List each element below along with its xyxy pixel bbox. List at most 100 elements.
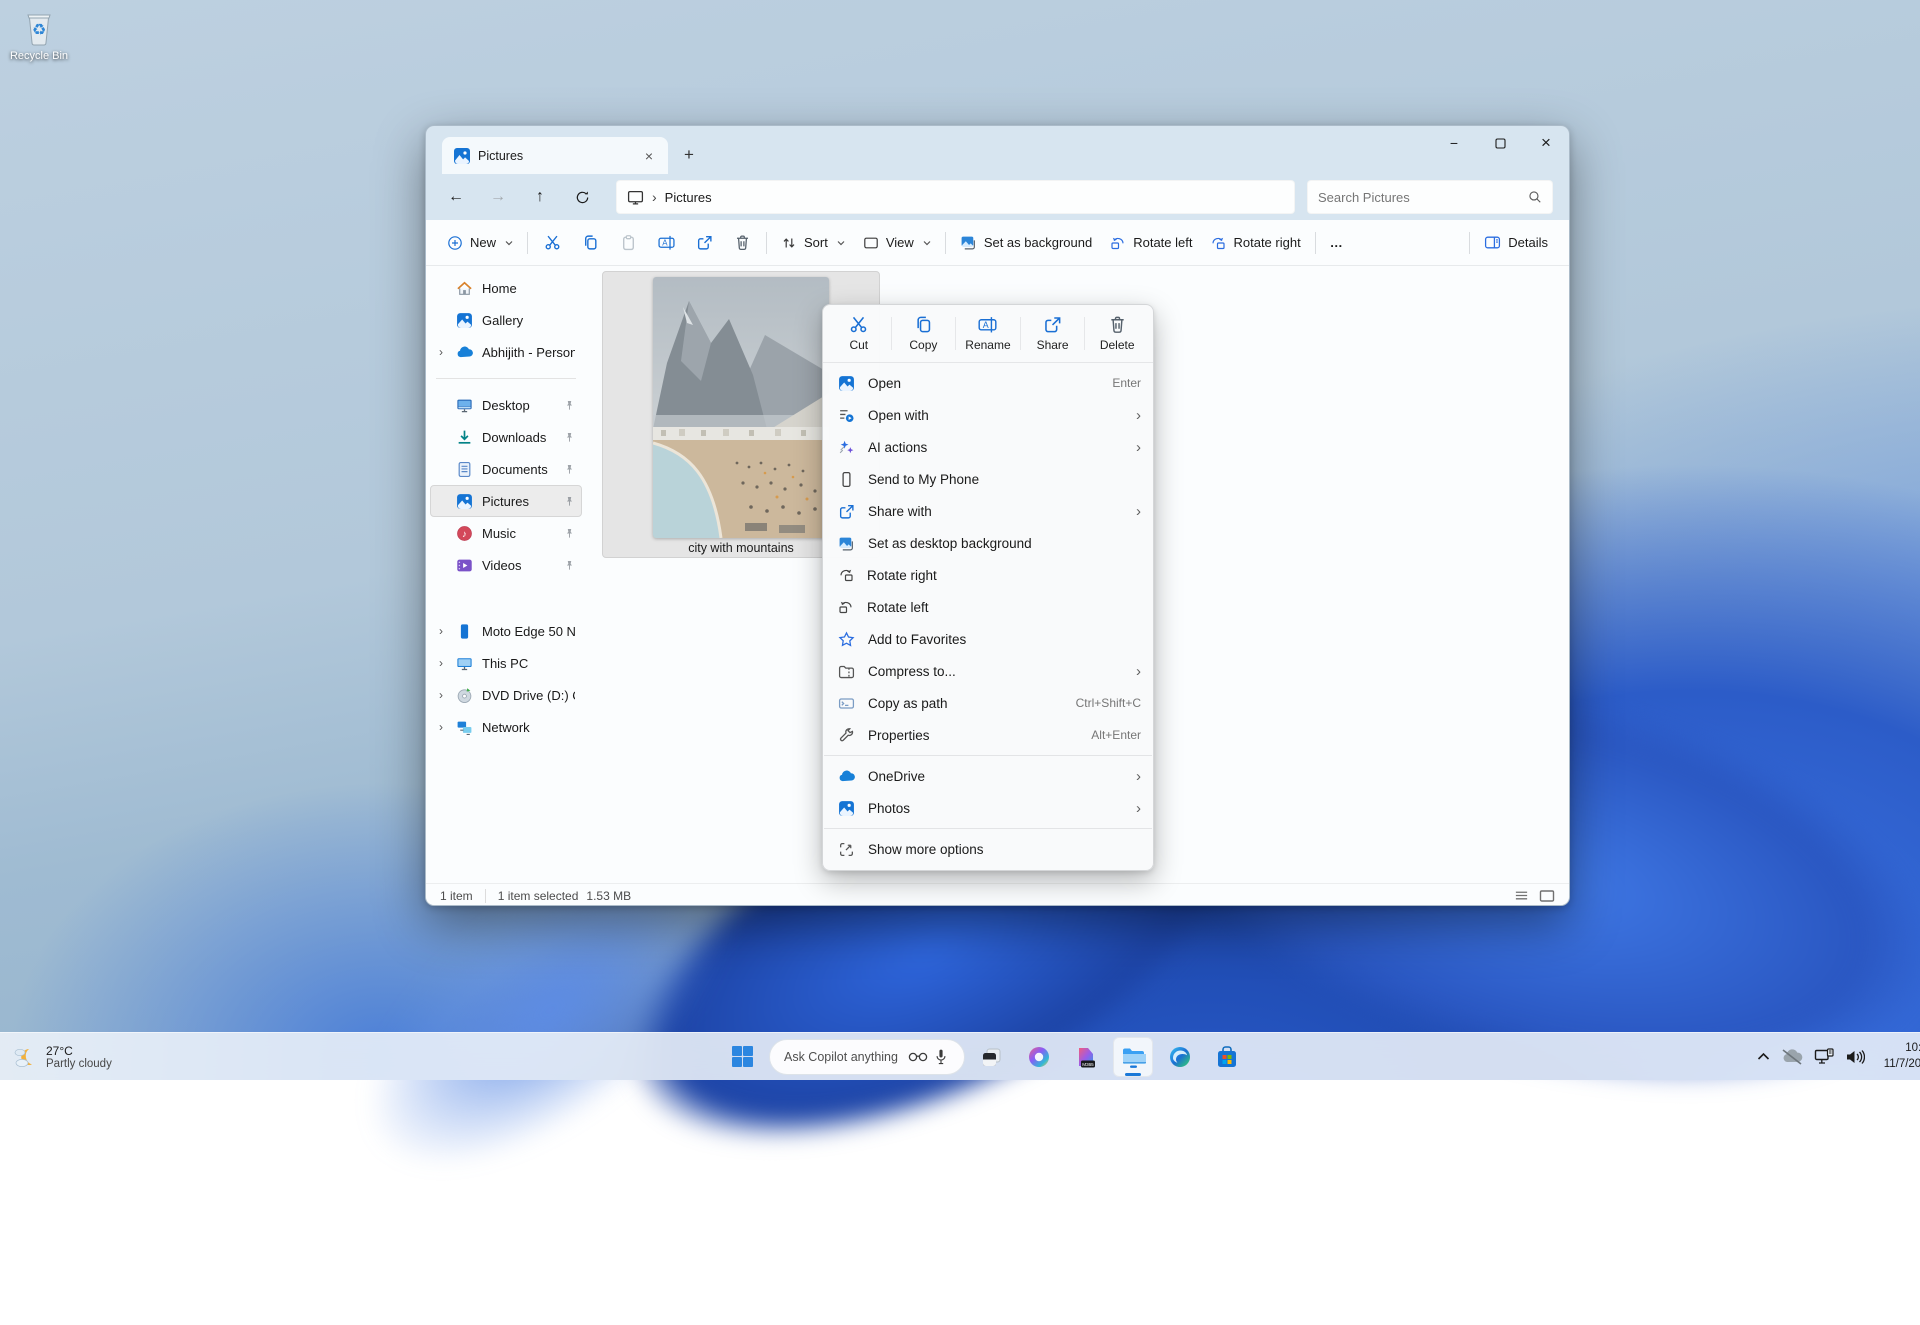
- onedrive-paused-icon[interactable]: [1781, 1049, 1803, 1065]
- menu-shortcut: Enter: [1112, 376, 1141, 390]
- menu-item-label: AI actions: [868, 440, 927, 455]
- thumbnail-view-toggle-icon[interactable]: [1539, 888, 1555, 904]
- weather-condition: Partly cloudy: [46, 1058, 112, 1070]
- delete-quick-button[interactable]: Delete: [1085, 311, 1149, 356]
- sidebar-item-downloads[interactable]: Downloads: [430, 421, 582, 453]
- see-more-icon: …: [1330, 235, 1344, 250]
- refresh-button[interactable]: [562, 180, 602, 214]
- sidebar-item-label: Network: [482, 720, 575, 735]
- hidden-icons-chevron[interactable]: [1757, 1052, 1770, 1061]
- sidebar-item-network[interactable]: › Network: [430, 711, 582, 743]
- rotate-right-button[interactable]: Rotate right: [1201, 226, 1309, 260]
- pin-icon: [564, 464, 575, 475]
- sidebar-divider: [436, 378, 576, 379]
- sidebar-item-gallery[interactable]: Gallery: [430, 304, 582, 336]
- expand-chevron-icon[interactable]: ›: [435, 720, 447, 734]
- menu-item-open[interactable]: Open Enter: [823, 367, 1153, 399]
- menu-shortcut: Ctrl+Shift+C: [1076, 696, 1141, 710]
- share-icon: [1043, 315, 1062, 334]
- microphone-icon[interactable]: [934, 1048, 948, 1066]
- menu-item-photos[interactable]: Photos ›: [823, 792, 1153, 824]
- menu-item-set-as-desktop-background[interactable]: Set as desktop background: [823, 527, 1153, 559]
- sidebar-item-music[interactable]: ♪ Music: [430, 517, 582, 549]
- sidebar-item-videos[interactable]: Videos: [430, 549, 582, 581]
- edge-button[interactable]: [1160, 1037, 1200, 1077]
- sidebar-item-home[interactable]: Home: [430, 272, 582, 304]
- pin-icon: [564, 560, 575, 571]
- weather-widget[interactable]: 27°C Partly cloudy: [10, 1043, 112, 1071]
- menu-item-copy-as-path[interactable]: Copy as path Ctrl+Shift+C: [823, 687, 1153, 719]
- sort-button[interactable]: Sort: [772, 226, 854, 260]
- sidebar-item-this-pc[interactable]: › This PC: [430, 647, 582, 679]
- volume-icon[interactable]: [1845, 1049, 1865, 1065]
- recycle-bin-shortcut[interactable]: ♻ Recycle Bin: [6, 8, 72, 62]
- delete-button[interactable]: [723, 226, 761, 260]
- expand-chevron-icon[interactable]: ›: [435, 688, 447, 702]
- m365-copilot-button[interactable]: M365: [1066, 1037, 1106, 1077]
- copilot-app-button[interactable]: [1019, 1037, 1059, 1077]
- copy-quick-button[interactable]: Copy: [892, 311, 956, 356]
- back-button[interactable]: ←: [436, 180, 476, 214]
- up-button[interactable]: ↑: [520, 180, 560, 214]
- menu-item-add-to-favorites[interactable]: Add to Favorites: [823, 623, 1153, 655]
- set-as-background-button[interactable]: Set as background: [951, 226, 1101, 260]
- ethernet-network-icon[interactable]: [1814, 1048, 1834, 1066]
- partly-cloudy-icon: [10, 1043, 38, 1071]
- recycle-bin-icon: ♻: [6, 8, 72, 48]
- menu-item-send-to-phone[interactable]: Send to My Phone: [823, 463, 1153, 495]
- maximize-button[interactable]: [1477, 126, 1523, 160]
- rename-button[interactable]: A: [647, 226, 685, 260]
- new-button[interactable]: New: [438, 226, 522, 260]
- start-button[interactable]: [722, 1037, 762, 1077]
- rotate-left-button[interactable]: Rotate left: [1101, 226, 1201, 260]
- new-tab-button[interactable]: +: [674, 140, 704, 170]
- sidebar-item-moto-edge[interactable]: › Moto Edge 50 Neo: [430, 615, 582, 647]
- breadcrumb[interactable]: › Pictures: [616, 180, 1295, 214]
- minimize-button[interactable]: −: [1431, 126, 1477, 160]
- cut-button[interactable]: [533, 226, 571, 260]
- copy-button[interactable]: [571, 226, 609, 260]
- expand-chevron-icon[interactable]: ›: [435, 345, 447, 359]
- menu-item-show-more-options[interactable]: Show more options: [823, 833, 1153, 865]
- tab-close-icon[interactable]: ×: [638, 145, 660, 167]
- menu-item-rotate-right[interactable]: Rotate right: [823, 559, 1153, 591]
- sidebar-item-desktop[interactable]: Desktop: [430, 389, 582, 421]
- file-explorer-button[interactable]: [1113, 1037, 1153, 1077]
- view-button[interactable]: View: [854, 226, 940, 260]
- microsoft-store-button[interactable]: [1207, 1037, 1247, 1077]
- expand-chevron-icon[interactable]: ›: [435, 656, 447, 670]
- copilot-search-input[interactable]: [784, 1050, 902, 1064]
- menu-item-properties[interactable]: Properties Alt+Enter: [823, 719, 1153, 751]
- share-quick-button[interactable]: Share: [1021, 311, 1085, 356]
- search-box[interactable]: [1307, 180, 1553, 214]
- close-button[interactable]: ×: [1523, 126, 1569, 160]
- tab-pictures[interactable]: Pictures ×: [442, 137, 668, 174]
- details-pane-button[interactable]: Details: [1475, 226, 1557, 260]
- menu-item-rotate-left[interactable]: Rotate left: [823, 591, 1153, 623]
- paste-button[interactable]: [609, 226, 647, 260]
- details-view-toggle-icon[interactable]: [1514, 888, 1529, 903]
- task-view-button[interactable]: [972, 1037, 1012, 1077]
- expand-chevron-icon[interactable]: ›: [435, 624, 447, 638]
- sidebar-item-pictures[interactable]: Pictures: [430, 485, 582, 517]
- menu-item-ai-actions[interactable]: AI actions ›: [823, 431, 1153, 463]
- forward-button[interactable]: →: [478, 180, 518, 214]
- see-more-button[interactable]: …: [1321, 226, 1353, 260]
- search-input[interactable]: [1318, 190, 1528, 205]
- copilot-vision-glasses-icon[interactable]: [908, 1050, 928, 1064]
- rename-quick-button[interactable]: A Rename: [956, 311, 1020, 356]
- sidebar-item-onedrive-personal[interactable]: › Abhijith - Personal: [430, 336, 582, 368]
- menu-item-compress-to[interactable]: Compress to... ›: [823, 655, 1153, 687]
- submenu-chevron-icon: ›: [1136, 504, 1141, 519]
- sidebar-item-dvd-drive[interactable]: › DVD Drive (D:) CCC: [430, 679, 582, 711]
- sort-icon: [781, 235, 797, 251]
- share-button[interactable]: [685, 226, 723, 260]
- menu-item-onedrive[interactable]: OneDrive ›: [823, 760, 1153, 792]
- sidebar-item-documents[interactable]: Documents: [430, 453, 582, 485]
- file-thumbnail: [653, 277, 829, 538]
- menu-item-share-with[interactable]: Share with ›: [823, 495, 1153, 527]
- menu-item-open-with[interactable]: Open with ›: [823, 399, 1153, 431]
- clock[interactable]: 10:23 11/7/2025: [1876, 1041, 1920, 1072]
- cut-quick-button[interactable]: Cut: [827, 311, 891, 356]
- copilot-search-box[interactable]: [769, 1039, 965, 1075]
